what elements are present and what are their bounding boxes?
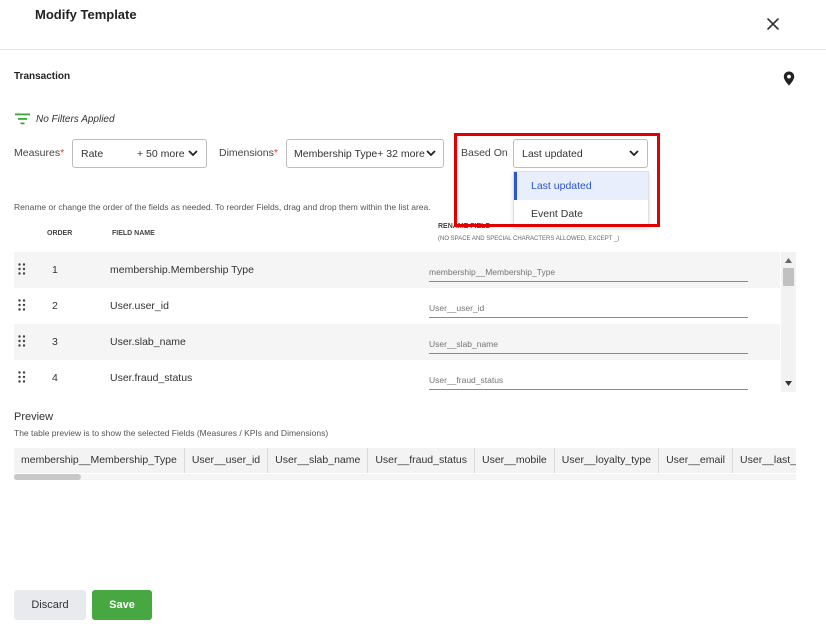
scrollbar-thumb[interactable] xyxy=(14,474,81,480)
preview-horizontal-scrollbar[interactable] xyxy=(14,474,796,480)
based-on-select[interactable]: Last updated xyxy=(513,139,648,168)
field-list: 1 membership.Membership Type 2 User.user… xyxy=(14,252,780,396)
dimensions-value: Membership Type+ 32 more xyxy=(294,147,425,160)
scroll-down-arrow-icon[interactable] xyxy=(785,381,792,386)
based-on-label: Based On xyxy=(461,147,508,159)
reorder-instructions: Rename or change the order of the fields… xyxy=(14,202,431,212)
field-row[interactable]: 4 User.fraud_status xyxy=(14,360,780,396)
based-on-value: Last updated xyxy=(522,147,583,160)
column-header-rename-field: RENAME FIELD xyxy=(438,223,491,230)
close-icon[interactable] xyxy=(764,15,782,33)
column-header-order: ORDER xyxy=(47,230,73,237)
scrollbar-thumb[interactable] xyxy=(783,268,794,286)
measures-select[interactable]: Rate + 50 more xyxy=(72,139,207,168)
preview-column: User__slab_name xyxy=(268,448,369,473)
rename-field-note: (NO SPACE AND SPECIAL CHARACTERS ALLOWED… xyxy=(438,236,620,242)
modal-title: Modify Template xyxy=(35,7,137,22)
field-name: membership.Membership Type xyxy=(110,264,254,276)
field-row[interactable]: 2 User.user_id xyxy=(14,288,780,324)
dropdown-option-event-date[interactable]: Event Date xyxy=(514,200,648,228)
field-row[interactable]: 1 membership.Membership Type xyxy=(14,252,780,288)
discard-button[interactable]: Discard xyxy=(14,590,86,620)
dimensions-label: Dimensions* xyxy=(219,147,278,159)
preview-table-header: membership__Membership_Type User__user_i… xyxy=(14,448,796,473)
dimensions-select[interactable]: Membership Type+ 32 more xyxy=(286,139,444,168)
preview-subtitle: The table preview is to show the selecte… xyxy=(14,428,329,438)
field-order: 2 xyxy=(52,300,58,312)
rename-field-input[interactable] xyxy=(429,332,748,354)
chevron-down-icon xyxy=(629,150,639,157)
preview-column: User__loyalty_type xyxy=(555,448,660,473)
section-title: Transaction xyxy=(14,71,71,82)
dropdown-option-last-updated[interactable]: Last updated xyxy=(514,172,648,200)
measures-label-text: Measures xyxy=(14,147,61,159)
preview-column: User__user_id xyxy=(185,448,269,473)
measures-more: + 50 more xyxy=(137,147,185,160)
field-row[interactable]: 3 User.slab_name xyxy=(14,324,780,360)
rename-field-input[interactable] xyxy=(429,296,748,318)
rename-field-input[interactable] xyxy=(429,260,748,282)
chevron-down-icon xyxy=(426,150,436,157)
preview-column: User__mobile xyxy=(475,448,555,473)
field-order: 3 xyxy=(52,336,58,348)
preview-title: Preview xyxy=(14,411,54,423)
chevron-down-icon xyxy=(188,150,198,157)
field-name: User.fraud_status xyxy=(110,372,193,384)
filter-status-text: No Filters Applied xyxy=(36,114,115,125)
drag-handle-icon[interactable] xyxy=(18,299,26,311)
required-mark: * xyxy=(273,147,278,159)
preview-column: membership__Membership_Type xyxy=(14,448,185,473)
column-header-field-name: FIELD NAME xyxy=(112,230,155,237)
field-order: 4 xyxy=(52,372,58,384)
drag-handle-icon[interactable] xyxy=(18,371,26,383)
field-name: User.slab_name xyxy=(110,336,186,348)
field-order: 1 xyxy=(52,264,58,276)
field-list-scrollbar[interactable] xyxy=(781,252,796,392)
required-mark: * xyxy=(60,147,65,159)
measures-label: Measures* xyxy=(14,147,64,159)
rename-field-input[interactable] xyxy=(429,368,748,390)
location-pin-icon[interactable] xyxy=(783,71,795,86)
field-name: User.user_id xyxy=(110,300,169,312)
dimensions-label-text: Dimensions xyxy=(219,147,274,159)
header-divider xyxy=(0,49,826,50)
based-on-dropdown-menu: Last updated Event Date xyxy=(513,171,649,227)
measures-value: Rate xyxy=(81,147,104,160)
drag-handle-icon[interactable] xyxy=(18,335,26,347)
filter-icon[interactable] xyxy=(15,113,30,125)
save-button[interactable]: Save xyxy=(92,590,152,620)
scroll-up-arrow-icon[interactable] xyxy=(785,258,792,263)
preview-column: User__last_name xyxy=(733,448,796,473)
drag-handle-icon[interactable] xyxy=(18,263,26,275)
preview-column: User__email xyxy=(659,448,734,473)
preview-column: User__fraud_status xyxy=(368,448,475,473)
